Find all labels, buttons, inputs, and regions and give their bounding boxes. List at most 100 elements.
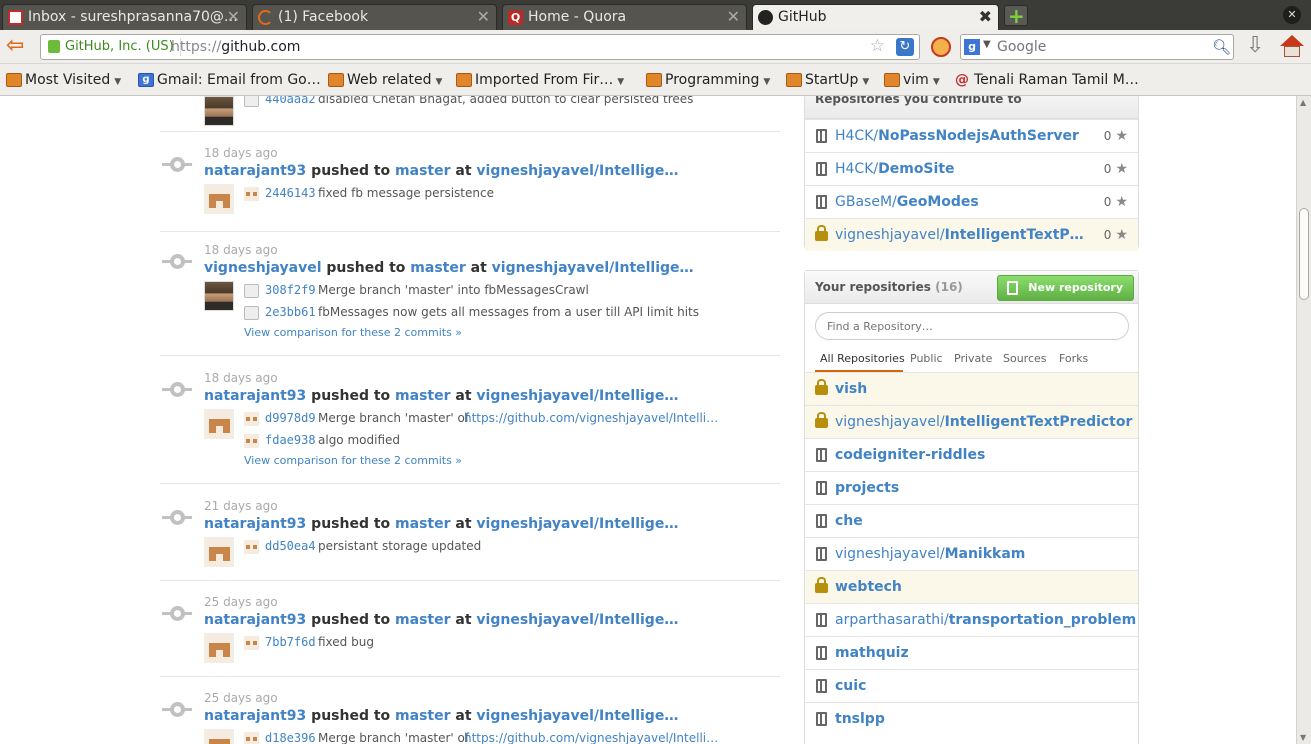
commit-url-link[interactable]: https://github.com/vigneshjayavel/Intell… bbox=[464, 411, 718, 425]
filter-sources[interactable]: Sources bbox=[1003, 352, 1047, 365]
repo-item[interactable]: projects bbox=[805, 471, 1138, 504]
repo-item[interactable]: tnslpp bbox=[805, 702, 1138, 735]
filter-forks[interactable]: Forks bbox=[1059, 352, 1088, 365]
new-repository-button[interactable]: New repository bbox=[997, 275, 1134, 301]
user-link[interactable]: natarajant93 bbox=[204, 516, 306, 532]
repo-item[interactable]: vish bbox=[805, 372, 1138, 405]
tab-gmail[interactable]: Inbox - sureshprasanna70@… ✕ bbox=[2, 4, 247, 30]
commit-sha[interactable]: fdae938 bbox=[265, 433, 316, 447]
bookmark-tenali[interactable]: @ Tenali Raman Tamil M… bbox=[955, 71, 1139, 89]
bookmark-web-related[interactable]: Web related ▼ bbox=[328, 71, 442, 91]
repo-item[interactable]: vigneshjayavel/IntelligentTextP… 0 ★ bbox=[805, 218, 1138, 251]
repo-item[interactable]: webtech bbox=[805, 570, 1138, 603]
github-icon bbox=[758, 10, 773, 25]
compare-link[interactable]: View comparison for these 2 commits » bbox=[244, 454, 462, 467]
user-link[interactable]: vigneshjayavel bbox=[204, 260, 322, 276]
avatar[interactable] bbox=[204, 184, 234, 214]
commit-sha[interactable]: 2e3bb61 bbox=[265, 305, 316, 319]
close-icon[interactable]: ✖ bbox=[979, 5, 992, 29]
bookmark-vim[interactable]: vim ▼ bbox=[884, 71, 940, 91]
scrollbar-thumb[interactable] bbox=[1299, 208, 1309, 300]
repo-item[interactable]: H4CK/DemoSite 0 ★ bbox=[805, 152, 1138, 185]
filter-private[interactable]: Private bbox=[954, 352, 992, 365]
search-icon[interactable]: 🔍︎ bbox=[1212, 38, 1231, 56]
repo-link[interactable]: vigneshjayavel/Intellige… bbox=[476, 163, 678, 179]
find-repository-input[interactable] bbox=[815, 312, 1129, 340]
avatar[interactable] bbox=[204, 729, 234, 744]
bookmark-startup[interactable]: StartUp ▼ bbox=[786, 71, 869, 91]
avatar[interactable] bbox=[204, 96, 234, 126]
commit-url-link[interactable]: https://github.com/vigneshjayavel/Intell… bbox=[464, 731, 718, 744]
avatar[interactable] bbox=[204, 409, 234, 439]
address-bar[interactable]: GitHub, Inc. (US) https://github.com ☆ ↻ bbox=[40, 34, 920, 60]
url-text[interactable]: https://github.com bbox=[171, 38, 300, 56]
repo-item[interactable]: cuic bbox=[805, 669, 1138, 702]
commit-sha[interactable]: d9978d9 bbox=[265, 411, 316, 425]
repo-link[interactable]: vigneshjayavel/Intellige… bbox=[476, 388, 678, 404]
tab-quora[interactable]: Q Home - Quora ✕ bbox=[502, 4, 747, 30]
download-icon[interactable]: ⇩ bbox=[1246, 35, 1264, 57]
user-link[interactable]: natarajant93 bbox=[204, 612, 306, 628]
reload-icon[interactable]: ↻ bbox=[896, 38, 914, 56]
repo-icon bbox=[816, 162, 827, 176]
close-icon[interactable]: ✕ bbox=[727, 5, 740, 29]
commit-sha[interactable]: d18e396 bbox=[265, 731, 316, 744]
compare-link[interactable]: View comparison for these 2 commits » bbox=[244, 326, 462, 339]
commit-sha[interactable]: 308f2f9 bbox=[265, 283, 316, 297]
window-close-button[interactable]: ✕ bbox=[1283, 6, 1301, 24]
bookmark-programming[interactable]: Programming ▼ bbox=[646, 71, 770, 91]
repo-link[interactable]: vigneshjayavel/Intellige… bbox=[476, 708, 678, 724]
commit-sha[interactable]: 440aaa2 bbox=[265, 96, 316, 106]
commit-sha[interactable]: dd50ea4 bbox=[265, 539, 316, 553]
bookmark-gmail[interactable]: g Gmail: Email from Go… bbox=[138, 71, 321, 89]
commit-sha[interactable]: 7bb7f6d bbox=[265, 635, 316, 649]
close-icon[interactable]: ✕ bbox=[227, 5, 240, 29]
branch-link[interactable]: master bbox=[395, 612, 450, 628]
bookmark-star-icon[interactable]: ☆ bbox=[870, 36, 885, 56]
repo-item[interactable]: arparthasarathi/transportation_problem bbox=[805, 603, 1138, 636]
user-link[interactable]: natarajant93 bbox=[204, 163, 306, 179]
bookmark-imported[interactable]: Imported From Fir… ▼ bbox=[456, 71, 624, 91]
home-icon[interactable] bbox=[1279, 35, 1305, 59]
repo-link[interactable]: vigneshjayavel/Intellige… bbox=[492, 260, 694, 276]
repo-item[interactable]: GBaseM/GeoModes 0 ★ bbox=[805, 185, 1138, 218]
repo-name: tnslpp bbox=[835, 711, 885, 727]
bookmark-most-visited[interactable]: Most Visited ▼ bbox=[6, 71, 121, 91]
avatar[interactable] bbox=[204, 281, 234, 311]
search-bar[interactable]: g ▼ 🔍︎ bbox=[960, 34, 1234, 60]
filter-public[interactable]: Public bbox=[910, 352, 943, 365]
repo-item[interactable]: mathquiz bbox=[805, 636, 1138, 669]
scroll-up-icon[interactable]: ▲ bbox=[1300, 98, 1306, 107]
branch-link[interactable]: master bbox=[395, 388, 450, 404]
tab-github[interactable]: GitHub ✖ bbox=[752, 4, 999, 30]
avatar[interactable] bbox=[204, 633, 234, 663]
chevron-down-icon[interactable]: ▼ bbox=[983, 39, 991, 50]
repo-link[interactable]: vigneshjayavel/Intellige… bbox=[476, 612, 678, 628]
commit-sha[interactable]: 2446143 bbox=[265, 186, 316, 200]
branch-link[interactable]: master bbox=[410, 260, 465, 276]
repo-item[interactable]: che bbox=[805, 504, 1138, 537]
branch-link[interactable]: master bbox=[395, 516, 450, 532]
user-link[interactable]: natarajant93 bbox=[204, 708, 306, 724]
back-arrow-icon[interactable]: ⇦ bbox=[6, 35, 30, 57]
google-icon[interactable]: g bbox=[964, 39, 980, 55]
noscript-icon[interactable] bbox=[931, 37, 951, 57]
branch-link[interactable]: master bbox=[395, 708, 450, 724]
repo-link[interactable]: vigneshjayavel/Intellige… bbox=[476, 516, 678, 532]
avatar[interactable] bbox=[204, 537, 234, 567]
folder-icon bbox=[786, 73, 802, 87]
repo-item[interactable]: codeigniter-riddles bbox=[805, 438, 1138, 471]
user-link[interactable]: natarajant93 bbox=[204, 388, 306, 404]
new-tab-button[interactable]: + bbox=[1004, 4, 1028, 28]
branch-link[interactable]: master bbox=[395, 163, 450, 179]
tab-facebook[interactable]: (1) Facebook ✕ bbox=[252, 4, 497, 30]
close-icon[interactable]: ✕ bbox=[477, 5, 490, 29]
scroll-down-icon[interactable]: ▼ bbox=[1300, 733, 1306, 742]
site-identity[interactable]: GitHub, Inc. (US) bbox=[45, 38, 181, 56]
page-scrollbar[interactable]: ▲ ▼ bbox=[1296, 96, 1311, 744]
repo-item[interactable]: vigneshjayavel/IntelligentTextPredictor bbox=[805, 405, 1138, 438]
search-input[interactable] bbox=[997, 37, 1197, 57]
repo-item[interactable]: vigneshjayavel/Manikkam bbox=[805, 537, 1138, 570]
filter-all[interactable]: All Repositories bbox=[820, 352, 905, 365]
repo-item[interactable]: H4CK/NoPassNodejsAuthServer 0 ★ bbox=[805, 119, 1138, 152]
